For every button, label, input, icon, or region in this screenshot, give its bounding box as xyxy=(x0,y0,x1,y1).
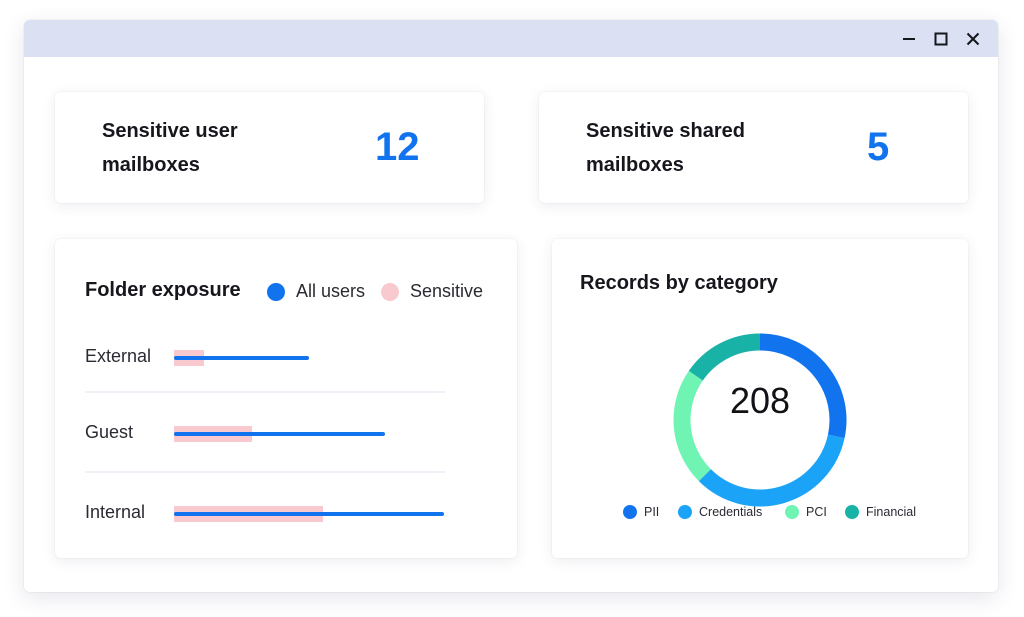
maximize-button[interactable] xyxy=(930,28,952,50)
row-divider xyxy=(85,471,445,473)
bar-all-users-internal xyxy=(174,512,444,516)
legend-item-all-users: All users xyxy=(267,281,365,302)
stat-value: 12 xyxy=(375,125,420,169)
legend-label: PCI xyxy=(806,505,827,519)
legend-label: Financial xyxy=(866,505,917,519)
card-title: Folder exposure xyxy=(85,279,241,301)
legend-label: All users xyxy=(296,281,366,301)
stat-card-user-mailboxes: Sensitive user mailboxes 12 xyxy=(55,92,484,203)
bar-all-users-external xyxy=(174,356,309,360)
maximize-icon xyxy=(934,32,948,46)
legend-swatch xyxy=(267,282,285,301)
records-by-category-card: Records by category 208 PII Credentials … xyxy=(552,239,968,558)
donut-legend-item-financial: Financial xyxy=(845,505,916,519)
stat-label: Sensitive user mailboxes xyxy=(102,120,238,176)
close-button[interactable] xyxy=(962,28,984,50)
legend-label: PII xyxy=(644,505,660,519)
stat-card-shared-mailboxes: Sensitive shared mailboxes 5 xyxy=(539,92,968,203)
stat-label: Sensitive shared mailboxes xyxy=(586,120,745,176)
legend-swatch xyxy=(623,505,637,519)
minimize-button[interactable] xyxy=(898,28,920,50)
donut-legend-item-pii: PII xyxy=(623,505,659,519)
close-icon xyxy=(966,32,980,46)
donut-legend-item-credentials: Credentials xyxy=(678,505,762,519)
title-bar xyxy=(24,20,998,57)
donut-total: 208 xyxy=(729,380,791,421)
donut-legend-item-pci: PCI xyxy=(785,505,827,519)
legend-swatch xyxy=(785,505,799,519)
legend-item-sensitive: Sensitive xyxy=(381,281,483,302)
legend-label: Sensitive xyxy=(410,281,484,301)
bar-label-external: External xyxy=(85,346,152,366)
row-divider xyxy=(85,391,445,393)
bar-all-users-guest xyxy=(174,432,385,436)
stat-value: 5 xyxy=(867,125,890,169)
bar-label-guest: Guest xyxy=(85,422,134,442)
legend-label: Credentials xyxy=(699,505,763,519)
donut-slice-financial xyxy=(688,333,761,381)
legend-swatch xyxy=(381,282,399,301)
folder-exposure-card: Folder exposure All users Sensitive Exte… xyxy=(55,239,517,558)
legend-swatch xyxy=(678,505,692,519)
legend-swatch xyxy=(845,505,859,519)
bar-label-internal: Internal xyxy=(85,502,146,522)
minimize-icon xyxy=(903,38,915,40)
donut-slice-credentials xyxy=(698,434,845,507)
app-window: Sensitive user mailboxes 12 Sensitive sh… xyxy=(24,20,998,592)
